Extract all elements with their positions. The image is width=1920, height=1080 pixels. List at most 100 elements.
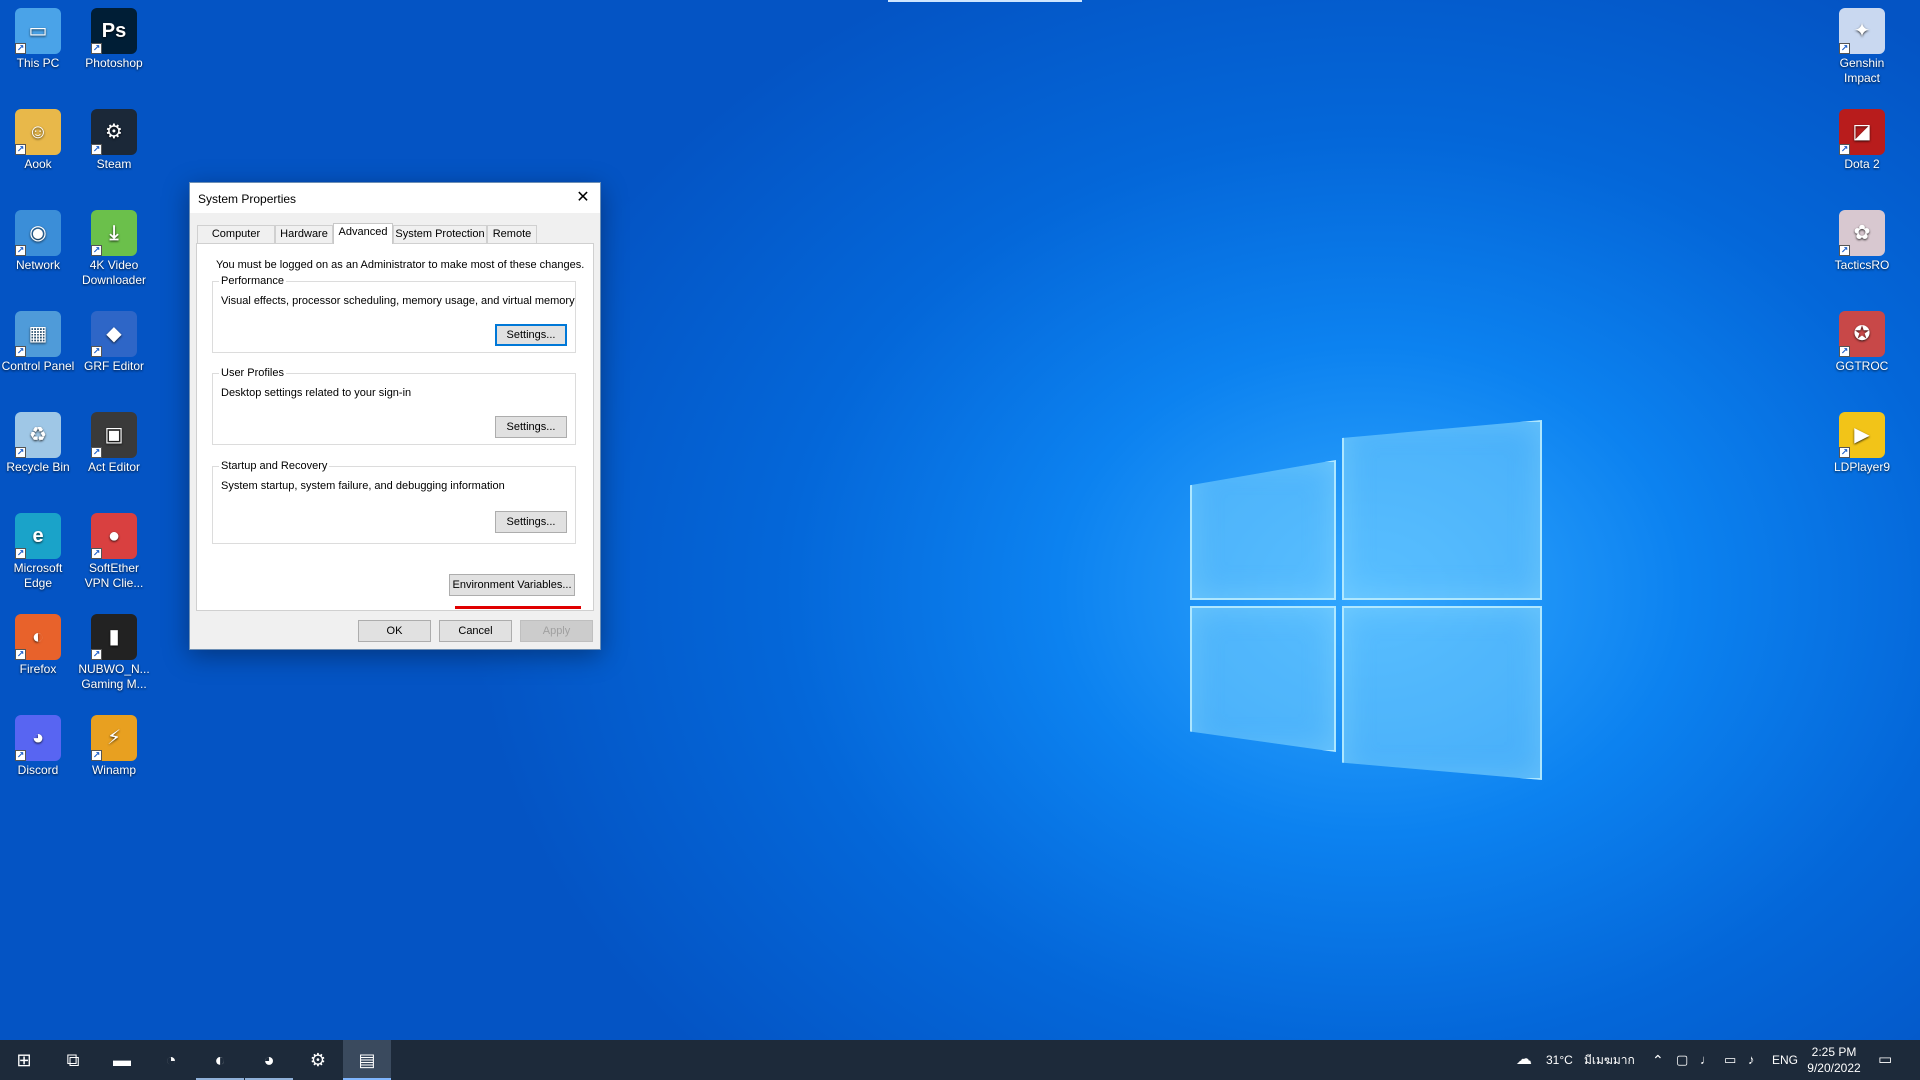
system-properties-taskbar-button[interactable]: ▤ bbox=[343, 1040, 391, 1080]
notification-icon[interactable]: ▭ bbox=[1878, 1040, 1892, 1080]
ok-button[interactable]: OK bbox=[358, 620, 431, 642]
environment-variables-button[interactable]: Environment Variables... bbox=[449, 574, 575, 596]
microphone-icon[interactable]: ♩ bbox=[1700, 1040, 1713, 1080]
desktop-icon-label: GRF Editor bbox=[83, 359, 144, 373]
shortcut-arrow-icon: ↗ bbox=[15, 346, 26, 357]
shortcut-arrow-icon: ↗ bbox=[15, 245, 26, 256]
desktop-left-icon-1[interactable]: Ps ↗ Photoshop bbox=[76, 8, 152, 71]
file-explorer-button[interactable]: ▬ bbox=[98, 1040, 146, 1080]
desktop-icon-label: LDPlayer9 bbox=[1833, 460, 1891, 474]
shortcut-arrow-icon: ↗ bbox=[15, 43, 26, 54]
desktop-left-icon-8[interactable]: ♻ ↗ Recycle Bin bbox=[0, 412, 76, 475]
user-profiles-desc: Desktop settings related to your sign-in bbox=[221, 387, 412, 399]
desktop-icon-label: Dota 2 bbox=[1844, 157, 1880, 171]
chevron-up-icon[interactable]: ⌃ bbox=[1652, 1040, 1664, 1080]
shortcut-arrow-icon: ↗ bbox=[15, 548, 26, 559]
this-pc-icon: ▭ ↗ bbox=[15, 8, 61, 54]
discord-icon: ◕ ↗ bbox=[15, 715, 61, 761]
desktop-icon-label: Control Panel bbox=[1, 359, 75, 373]
clock-date: 9/20/2022 bbox=[1807, 1061, 1861, 1075]
desktop-left-icon-10[interactable]: e ↗ Microsoft Edge bbox=[0, 513, 76, 591]
meet-now-icon[interactable]: ▢ bbox=[1676, 1040, 1688, 1080]
firefox-icon: ◐ ↗ bbox=[15, 614, 61, 660]
weather-temp[interactable]: 31°C bbox=[1546, 1040, 1573, 1080]
tab-computer-name[interactable]: Computer Name bbox=[197, 225, 275, 256]
desktop-left-icon-0[interactable]: ▭ ↗ This PC bbox=[0, 8, 76, 71]
user-profiles-title: User Profiles bbox=[219, 367, 286, 379]
desktop-left-icon-3[interactable]: ⚙ ↗ Steam bbox=[76, 109, 152, 172]
desktop-right-icon-0[interactable]: ✦ ↗ Genshin Impact bbox=[1824, 8, 1900, 86]
tab-hardware[interactable]: Hardware bbox=[275, 225, 333, 243]
shortcut-arrow-icon: ↗ bbox=[91, 43, 102, 54]
tab-remote[interactable]: Remote bbox=[487, 225, 537, 243]
genshin-impact-icon: ✦ ↗ bbox=[1839, 8, 1885, 54]
desktop-icon-label: 4K Video Downloader bbox=[81, 258, 147, 287]
desktop-right-icon-3[interactable]: ✪ ↗ GGTROC bbox=[1824, 311, 1900, 374]
clock-time: 2:25 PM bbox=[1811, 1045, 1857, 1059]
steam-taskbar-button[interactable]: ⚙ bbox=[294, 1040, 342, 1080]
desktop-icon-label: NUBWO_N... Gaming M... bbox=[78, 662, 150, 691]
task-view-button[interactable]: ⧉ bbox=[49, 1040, 97, 1080]
desktop-left-icon-11[interactable]: ● ↗ SoftEther VPN Clie... bbox=[76, 513, 152, 591]
language-indicator[interactable]: ENG bbox=[1772, 1040, 1798, 1080]
apply-button[interactable]: Apply bbox=[520, 620, 593, 642]
desktop-left-icon-4[interactable]: ◉ ↗ Network bbox=[0, 210, 76, 273]
cancel-button[interactable]: Cancel bbox=[439, 620, 512, 642]
start-button[interactable]: ⊞ bbox=[0, 1040, 48, 1080]
user-profiles-settings-button[interactable]: Settings... bbox=[495, 416, 567, 438]
shortcut-arrow-icon: ↗ bbox=[15, 144, 26, 155]
softether-vpn-icon: ● ↗ bbox=[91, 513, 137, 559]
desktop-left-icon-12[interactable]: ◐ ↗ Firefox bbox=[0, 614, 76, 677]
taskbar: ⊞ ⧉ ▬ ◔ ◐ ◕ ⚙ ▤ ☁ 31°C มีเมฆมาก ⌃ ▢ ♩ ▭ ♪ ENG 2… bbox=[0, 1040, 1920, 1080]
task-view-icon: ⧉ bbox=[66, 1050, 80, 1070]
shortcut-arrow-icon: ↗ bbox=[1839, 447, 1850, 458]
network-icon[interactable]: ▭ bbox=[1724, 1040, 1736, 1080]
tab-advanced[interactable]: Advanced bbox=[333, 223, 393, 244]
shortcut-arrow-icon: ↗ bbox=[1839, 245, 1850, 256]
desktop-left-icon-7[interactable]: ◆ ↗ GRF Editor bbox=[76, 311, 152, 374]
desktop-left-icon-9[interactable]: ▣ ↗ Act Editor bbox=[76, 412, 152, 475]
cloud-icon[interactable]: ☁ bbox=[1516, 1040, 1532, 1080]
tab-system-protection[interactable]: System Protection bbox=[393, 225, 487, 243]
performance-settings-button[interactable]: Settings... bbox=[495, 324, 567, 346]
desktop-right-icon-2[interactable]: ✿ ↗ TacticsRO bbox=[1824, 210, 1900, 273]
logo-pane-top-right bbox=[1342, 420, 1542, 600]
weather-text[interactable]: มีเมฆมาก bbox=[1584, 1040, 1635, 1080]
desktop-icon-label: TacticsRO bbox=[1834, 258, 1890, 272]
desktop-left-icon-2[interactable]: ☺ ↗ Aook bbox=[0, 109, 76, 172]
startup-recovery-group: Startup and Recovery System startup, sys… bbox=[212, 460, 576, 544]
desktop-left-icon-15[interactable]: ⚡ ↗ Winamp bbox=[76, 715, 152, 778]
dialog-titlebar[interactable]: System Properties ✕ bbox=[190, 183, 600, 213]
desktop-left-icon-13[interactable]: ▮ ↗ NUBWO_N... Gaming M... bbox=[76, 614, 152, 692]
performance-group: Performance Visual effects, processor sc… bbox=[212, 275, 576, 353]
grf-editor-icon: ◆ ↗ bbox=[91, 311, 137, 357]
discord-taskbar-button[interactable]: ◕ bbox=[245, 1040, 293, 1080]
desktop-left-icon-14[interactable]: ◕ ↗ Discord bbox=[0, 715, 76, 778]
desktop-left-icon-6[interactable]: ▦ ↗ Control Panel bbox=[0, 311, 76, 374]
close-icon[interactable]: ✕ bbox=[566, 183, 600, 213]
red-highlight-underline bbox=[455, 606, 581, 609]
system-properties-dialog: System Properties ✕ Computer Name Hardwa… bbox=[189, 182, 601, 650]
volume-icon[interactable]: ♪ bbox=[1748, 1040, 1755, 1080]
firefox-taskbar-button[interactable]: ◐ bbox=[196, 1040, 244, 1080]
startup-recovery-desc: System startup, system failure, and debu… bbox=[221, 480, 505, 492]
windows-logo-wallpaper bbox=[1190, 420, 1542, 780]
edge-taskbar-button[interactable]: ◔ bbox=[147, 1040, 195, 1080]
winamp-icon: ⚡ ↗ bbox=[91, 715, 137, 761]
desktop-right-icon-1[interactable]: ◪ ↗ Dota 2 bbox=[1824, 109, 1900, 172]
desktop-left-icon-5[interactable]: ⤓ ↗ 4K Video Downloader bbox=[76, 210, 152, 288]
ggtroc-icon: ✪ ↗ bbox=[1839, 311, 1885, 357]
desktop-icon-label: Act Editor bbox=[87, 460, 141, 474]
desktop-icon-label: Winamp bbox=[91, 763, 136, 777]
network-icon: ◉ ↗ bbox=[15, 210, 61, 256]
advanced-tab-panel: You must be logged on as an Administrato… bbox=[196, 243, 594, 611]
shortcut-arrow-icon: ↗ bbox=[91, 245, 102, 256]
desktop-icon-label: Photoshop bbox=[85, 56, 143, 70]
screen-top-indicator bbox=[888, 0, 1082, 2]
desktop-right-icon-4[interactable]: ▶ ↗ LDPlayer9 bbox=[1824, 412, 1900, 475]
performance-title: Performance bbox=[219, 275, 286, 287]
desktop-icon-label: Network bbox=[15, 258, 60, 272]
ldplayer-icon: ▶ ↗ bbox=[1839, 412, 1885, 458]
clock[interactable]: 2:25 PM 9/20/2022 bbox=[1796, 1044, 1872, 1076]
startup-recovery-settings-button[interactable]: Settings... bbox=[495, 511, 567, 533]
